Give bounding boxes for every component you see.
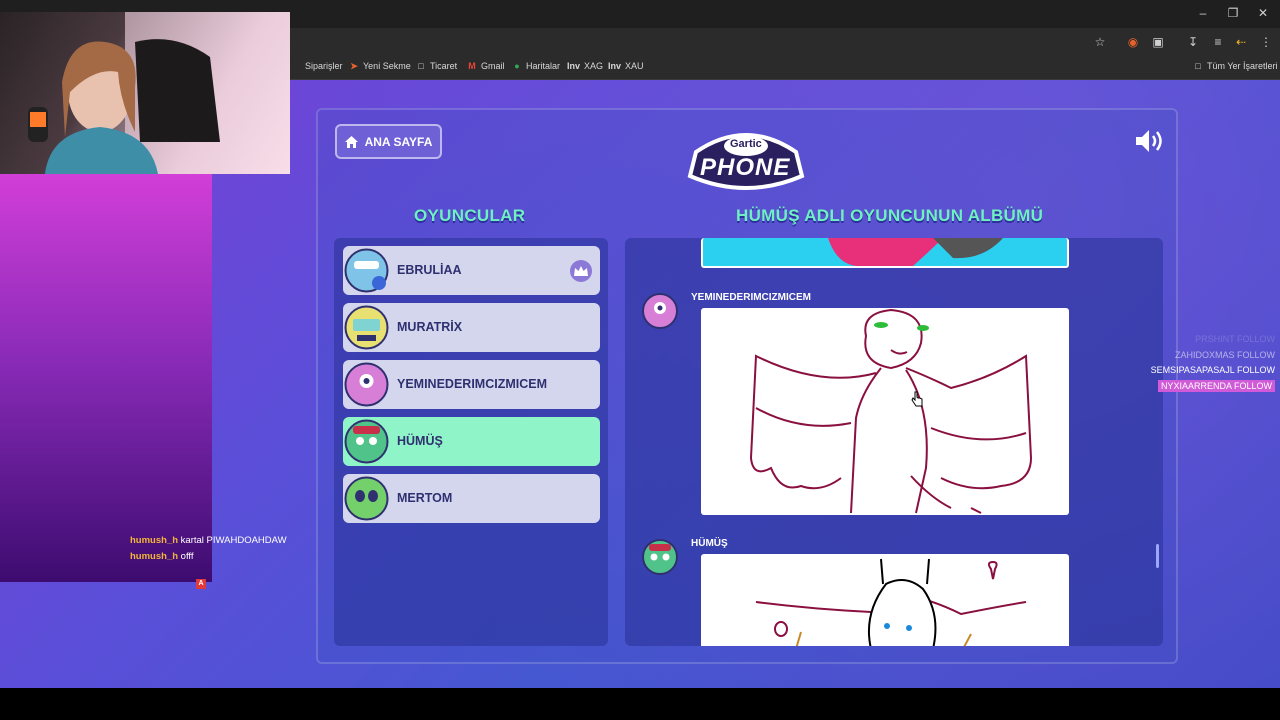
bookmark-siparisler[interactable]: Siparişler: [305, 61, 343, 71]
bookmark-label: Haritalar: [526, 61, 561, 71]
download-icon[interactable]: ↧: [1185, 34, 1201, 50]
restore-icon[interactable]: ❐: [1218, 6, 1248, 20]
chat-message: humush_h offf: [130, 551, 194, 562]
bookmark-label: XAU: [625, 61, 644, 71]
player-row-ebruliaa[interactable]: EBRULİAA: [343, 246, 600, 295]
maps-icon: ●: [514, 61, 520, 71]
bookmark-label: Ticaret: [430, 61, 458, 71]
player-name: YEMINEDERIMCIZMICEM: [397, 377, 547, 391]
investing-icon: Inv: [608, 61, 622, 71]
bottom-black-bar: [0, 688, 1280, 720]
bookmark-yeni-sekme[interactable]: ➤ Yeni Sekme: [349, 61, 411, 71]
extension-fox-icon[interactable]: ◉: [1125, 34, 1141, 50]
folder-icon: □: [418, 61, 424, 71]
chat-message: humush_h kartal PIWAHDOAHDAW: [130, 535, 287, 546]
bookmark-label: XAG: [584, 61, 604, 71]
follow-label: FOLLOW: [1236, 334, 1275, 344]
album-scrollbar[interactable]: [1156, 544, 1159, 568]
chat-text: kartal PIWAHDOAHDAW: [180, 535, 287, 546]
follow-label: FOLLOW: [1236, 350, 1275, 360]
player-name: EBRULİAA: [397, 263, 462, 277]
browser-menu-icon[interactable]: ⋮: [1258, 34, 1274, 50]
player-row-humus[interactable]: HÜMÜŞ: [343, 417, 600, 466]
chat-text: offf: [180, 551, 194, 562]
speaker-icon: [1136, 130, 1162, 152]
album-panel: YEMINEDERIMCIZMICEM HÜMÜŞ: [625, 238, 1163, 646]
author-avatar: [642, 293, 678, 329]
player-drawing: [701, 554, 1069, 646]
follower-name: SEMSIPASAPASAJL: [1150, 365, 1235, 375]
crown-icon: [570, 260, 592, 282]
screen: – ❐ ✕ ☆ ◉ ▣ ↧ ≡ ⇠ ⋮ Siparişler ➤ Yeni Sek…: [0, 0, 1280, 720]
home-button[interactable]: ANA SAYFA: [335, 124, 442, 159]
player-row-yeminederimcizmicem[interactable]: YEMINEDERIMCIZMICEM: [343, 360, 600, 409]
bookmark-haritalar[interactable]: ● Haritalar: [512, 61, 560, 71]
player-drawing: [701, 308, 1069, 515]
gmail-icon: M: [468, 61, 476, 71]
follower-name: ZAHIDOXMAS: [1174, 350, 1235, 360]
album-heading: HÜMÜŞ ADLI OYUNCUNUN ALBÜMÜ: [736, 206, 1044, 225]
bookmark-xag[interactable]: Inv XAG: [567, 61, 603, 71]
star-icon[interactable]: ☆: [1092, 34, 1108, 50]
hand-cursor-icon: [911, 391, 923, 407]
streamer-badge-icon: A: [196, 579, 206, 589]
all-bookmarks[interactable]: □ Tüm Yer İşaretleri: [1193, 61, 1278, 71]
player-avatar: [344, 248, 389, 293]
bookmark-ticaret[interactable]: □ Ticaret: [416, 61, 457, 71]
folder-icon: □: [1195, 61, 1201, 71]
chat-username: humush_h: [130, 535, 179, 546]
logo-top-text: Gartic: [730, 138, 762, 150]
minimize-icon[interactable]: –: [1188, 6, 1218, 20]
player-row-mertom[interactable]: MERTOM: [343, 474, 600, 523]
player-avatar: [344, 362, 389, 407]
player-name: MURATRİX: [397, 320, 463, 334]
author-avatar: [642, 539, 678, 575]
follow-label: FOLLOW: [1236, 365, 1275, 375]
stream-side-panel: [0, 174, 212, 582]
home-button-label: ANA SAYFA: [364, 134, 433, 149]
player-avatar: [344, 476, 389, 521]
previous-drawing: [701, 238, 1069, 268]
new-tab-icon: ➤: [350, 61, 358, 71]
player-avatar: [344, 419, 389, 464]
chat-username: humush_h: [130, 551, 179, 562]
extensions-icon[interactable]: ▣: [1150, 34, 1166, 50]
entry-author-name: HÜMÜŞ: [691, 538, 728, 549]
media-queue-icon[interactable]: ≡: [1210, 34, 1226, 50]
webcam-overlay: [0, 12, 290, 174]
player-avatar: [344, 305, 389, 350]
bookmark-xau[interactable]: Inv XAU: [608, 61, 644, 71]
gartic-phone-logo[interactable]: Gartic PHONE: [686, 124, 806, 196]
bookmark-label: Siparişler: [305, 61, 343, 71]
player-name: HÜMÜŞ: [397, 434, 443, 448]
follow-alert-highlight: NYXIAARRENDA FOLLOW: [1150, 380, 1275, 392]
entry-author-name: YEMINEDERIMCIZMICEM: [691, 292, 811, 303]
player-name: MERTOM: [397, 491, 453, 505]
sound-toggle-button[interactable]: [1134, 128, 1166, 154]
profile-arrow-icon[interactable]: ⇠: [1233, 34, 1249, 50]
follower-name: NYXIAARRENDA: [1160, 381, 1232, 391]
player-row-muratrix[interactable]: MURATRİX: [343, 303, 600, 352]
follow-alert: PRSHINT FOLLOW: [1150, 334, 1275, 344]
logo-bottom-text: PHONE: [700, 154, 791, 181]
follow-alert: SEMSIPASAPASAJL FOLLOW: [1150, 365, 1275, 375]
home-icon: [344, 135, 358, 148]
all-bookmarks-label: Tüm Yer İşaretleri: [1207, 61, 1278, 71]
close-window-icon[interactable]: ✕: [1248, 6, 1278, 20]
bookmark-label: Yeni Sekme: [363, 61, 411, 71]
players-heading: OYUNCULAR: [414, 206, 526, 225]
follower-name: PRSHINT: [1195, 334, 1235, 344]
bookmark-label: Gmail: [481, 61, 505, 71]
investing-icon: Inv: [567, 61, 581, 71]
follow-alert: ZAHIDOXMAS FOLLOW: [1150, 350, 1275, 360]
follow-label: FOLLOW: [1233, 381, 1272, 391]
bookmark-gmail[interactable]: M Gmail: [467, 61, 505, 71]
